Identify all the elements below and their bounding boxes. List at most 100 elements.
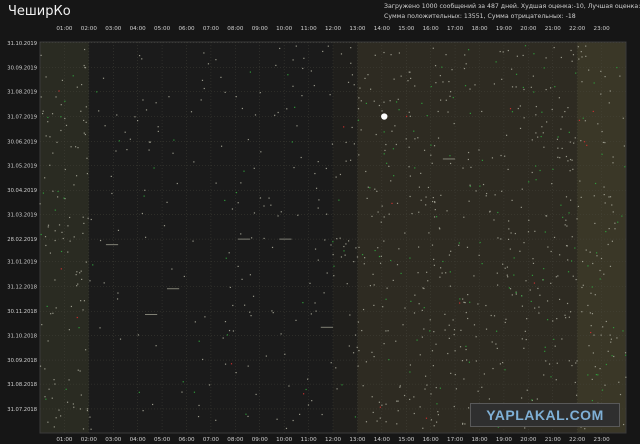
data-point bbox=[173, 139, 175, 141]
data-point bbox=[544, 231, 546, 233]
data-point bbox=[574, 247, 576, 249]
data-point bbox=[507, 168, 509, 171]
data-point bbox=[40, 96, 42, 98]
data-point bbox=[299, 413, 301, 416]
data-point bbox=[45, 244, 47, 247]
data-point bbox=[504, 267, 506, 269]
data-point bbox=[554, 86, 556, 88]
data-point bbox=[531, 274, 534, 276]
data-point bbox=[352, 352, 355, 354]
data-point bbox=[388, 165, 390, 167]
data-point bbox=[612, 211, 614, 213]
data-point bbox=[198, 340, 200, 342]
data-point bbox=[377, 247, 379, 249]
data-point bbox=[604, 75, 606, 78]
data-point bbox=[521, 188, 523, 190]
data-point bbox=[507, 276, 509, 278]
data-point bbox=[347, 81, 350, 83]
data-point bbox=[515, 86, 517, 88]
data-point bbox=[465, 348, 467, 351]
data-point bbox=[390, 54, 392, 56]
data-point bbox=[593, 195, 595, 197]
data-point bbox=[74, 146, 77, 148]
data-point bbox=[332, 253, 334, 256]
data-point bbox=[374, 188, 376, 190]
x-tick-label-bottom: 01:00 bbox=[56, 437, 73, 443]
data-point bbox=[395, 143, 397, 146]
data-point bbox=[454, 350, 456, 352]
data-point bbox=[556, 318, 558, 320]
data-point bbox=[343, 245, 345, 248]
x-tick-label-top: 23:00 bbox=[594, 26, 611, 32]
data-point bbox=[369, 88, 372, 90]
data-point bbox=[47, 224, 50, 226]
data-point bbox=[516, 55, 518, 57]
data-point bbox=[546, 319, 549, 321]
data-point bbox=[384, 149, 386, 152]
data-point bbox=[54, 239, 56, 242]
data-point bbox=[430, 419, 433, 421]
data-point bbox=[431, 200, 434, 203]
data-point bbox=[80, 110, 82, 112]
data-point bbox=[588, 69, 590, 71]
data-point bbox=[511, 294, 513, 296]
data-point bbox=[607, 350, 609, 352]
data-point bbox=[591, 399, 594, 402]
data-point bbox=[433, 331, 435, 333]
data-point bbox=[396, 400, 398, 402]
data-point bbox=[84, 67, 87, 69]
data-point bbox=[241, 278, 243, 280]
data-point bbox=[514, 232, 516, 235]
data-point bbox=[568, 360, 570, 362]
data-point bbox=[340, 53, 343, 55]
data-point bbox=[481, 110, 483, 113]
data-point bbox=[126, 149, 128, 151]
data-point bbox=[42, 192, 45, 194]
data-point bbox=[599, 278, 601, 280]
data-point bbox=[397, 400, 399, 402]
data-point bbox=[570, 49, 572, 52]
data-point bbox=[374, 54, 376, 56]
data-point bbox=[444, 329, 446, 331]
data-point bbox=[390, 180, 392, 182]
data-point bbox=[502, 361, 504, 364]
data-point bbox=[553, 236, 556, 239]
data-point bbox=[507, 238, 510, 241]
data-point bbox=[263, 205, 265, 207]
data-point bbox=[466, 246, 469, 248]
data-point bbox=[80, 270, 82, 272]
data-point bbox=[138, 54, 141, 57]
data-point bbox=[49, 164, 51, 166]
data-point bbox=[76, 86, 78, 88]
x-tick-label-top: 08:00 bbox=[227, 26, 244, 32]
data-point bbox=[535, 132, 537, 134]
data-point bbox=[597, 123, 599, 125]
data-point bbox=[77, 147, 79, 149]
data-point bbox=[272, 312, 274, 314]
data-point bbox=[204, 316, 206, 318]
data-point bbox=[495, 330, 498, 332]
data-point bbox=[596, 255, 598, 257]
data-point bbox=[534, 307, 536, 309]
data-point bbox=[462, 298, 464, 300]
data-point bbox=[86, 409, 89, 412]
data-point bbox=[323, 292, 325, 294]
y-tick-label: 31.10.2019 bbox=[7, 41, 37, 47]
data-point bbox=[397, 98, 399, 100]
data-point bbox=[72, 75, 74, 77]
data-point bbox=[564, 110, 566, 113]
data-point bbox=[152, 403, 154, 406]
data-point bbox=[409, 398, 411, 401]
data-point bbox=[520, 397, 523, 399]
data-point bbox=[76, 316, 78, 319]
data-point bbox=[69, 216, 71, 219]
data-point bbox=[425, 204, 427, 206]
data-point bbox=[172, 152, 174, 154]
data-point bbox=[338, 199, 340, 201]
data-point bbox=[433, 145, 436, 147]
data-point bbox=[523, 347, 525, 349]
data-point bbox=[451, 69, 453, 71]
data-point bbox=[452, 96, 454, 99]
data-point bbox=[237, 265, 239, 268]
data-point bbox=[110, 175, 112, 177]
